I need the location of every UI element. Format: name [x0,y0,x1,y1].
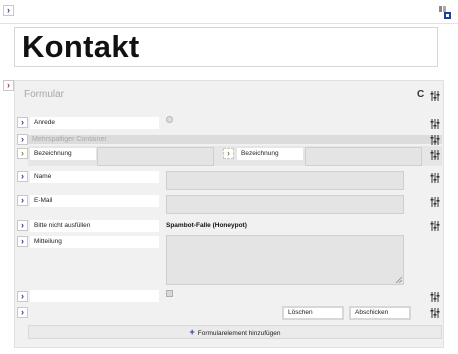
name-label: Name [30,171,159,183]
mitteilung-label: Mitteilung [30,236,159,248]
bezeichnung-left-label: Bezeichnung [30,148,96,160]
expand-form-chevron-icon[interactable]: › [3,80,14,91]
anrede-settings-sliders-icon[interactable] [429,118,441,130]
email-input[interactable] [166,195,404,214]
name-settings-sliders-icon[interactable] [429,172,441,184]
resize-grip-icon[interactable] [395,276,403,284]
container-settings-sliders-icon[interactable] [429,134,441,146]
top-toolbar [0,0,458,24]
page-title-box[interactable]: Kontakt [14,27,438,67]
add-form-element-label: Formularelement hinzufügen [197,330,281,337]
loeschen-button[interactable]: Löschen [282,306,344,320]
expand-buttons-chevron-icon[interactable]: › [17,307,28,318]
page-layout-icon[interactable] [438,5,452,19]
columns-settings-sliders-icon[interactable] [429,149,441,161]
bezeichnung-right-input[interactable] [305,147,422,166]
checkbox-settings-sliders-icon[interactable] [429,291,441,303]
expand-anrede-chevron-icon[interactable]: › [17,117,28,128]
expand-honeypot-chevron-icon[interactable]: › [17,220,28,231]
anrede-radio[interactable] [166,116,173,123]
mitteilung-textarea[interactable] [166,235,404,285]
checkbox-input[interactable] [166,290,173,297]
checkbox-row-label [30,290,159,302]
bezeichnung-right-label: Bezeichnung [237,148,303,160]
expand-column-left-chevron-icon[interactable]: › [17,148,28,159]
page-title: Kontakt [22,29,140,64]
expand-email-chevron-icon[interactable]: › [17,195,28,206]
add-form-element-button[interactable]: + Formularelement hinzufügen [28,325,442,339]
expand-name-chevron-icon[interactable]: › [17,171,28,182]
abschicken-button[interactable]: Abschicken [349,306,411,320]
refresh-icon[interactable]: C [417,89,424,101]
plus-icon: + [189,327,195,337]
honeypot-value: Spambot-Falle (Honeypot) [166,222,247,229]
expand-checkbox-chevron-icon[interactable]: › [17,291,28,302]
anrede-label: Anrede [30,117,159,129]
expand-column-right-chevron-icon[interactable]: › [223,148,234,159]
abschicken-button-label: Abschicken [351,308,409,318]
form-settings-sliders-icon[interactable] [429,90,441,102]
honeypot-settings-sliders-icon[interactable] [429,220,441,232]
expand-page-chevron-icon[interactable]: › [3,5,14,16]
loeschen-button-label: Löschen [284,308,342,318]
expand-mitteilung-chevron-icon[interactable]: › [17,236,28,247]
container-label: Mehrspaltiger Container [28,135,442,144]
email-settings-sliders-icon[interactable] [429,196,441,208]
form-title: Formular [24,89,65,100]
buttons-settings-sliders-icon[interactable] [429,307,441,319]
email-label: E-Mail [30,195,159,207]
honeypot-label: Bitte nicht ausfüllen [30,220,159,232]
expand-container-chevron-icon[interactable]: › [17,134,28,145]
name-input[interactable] [166,171,404,190]
bezeichnung-left-input[interactable] [97,147,214,166]
